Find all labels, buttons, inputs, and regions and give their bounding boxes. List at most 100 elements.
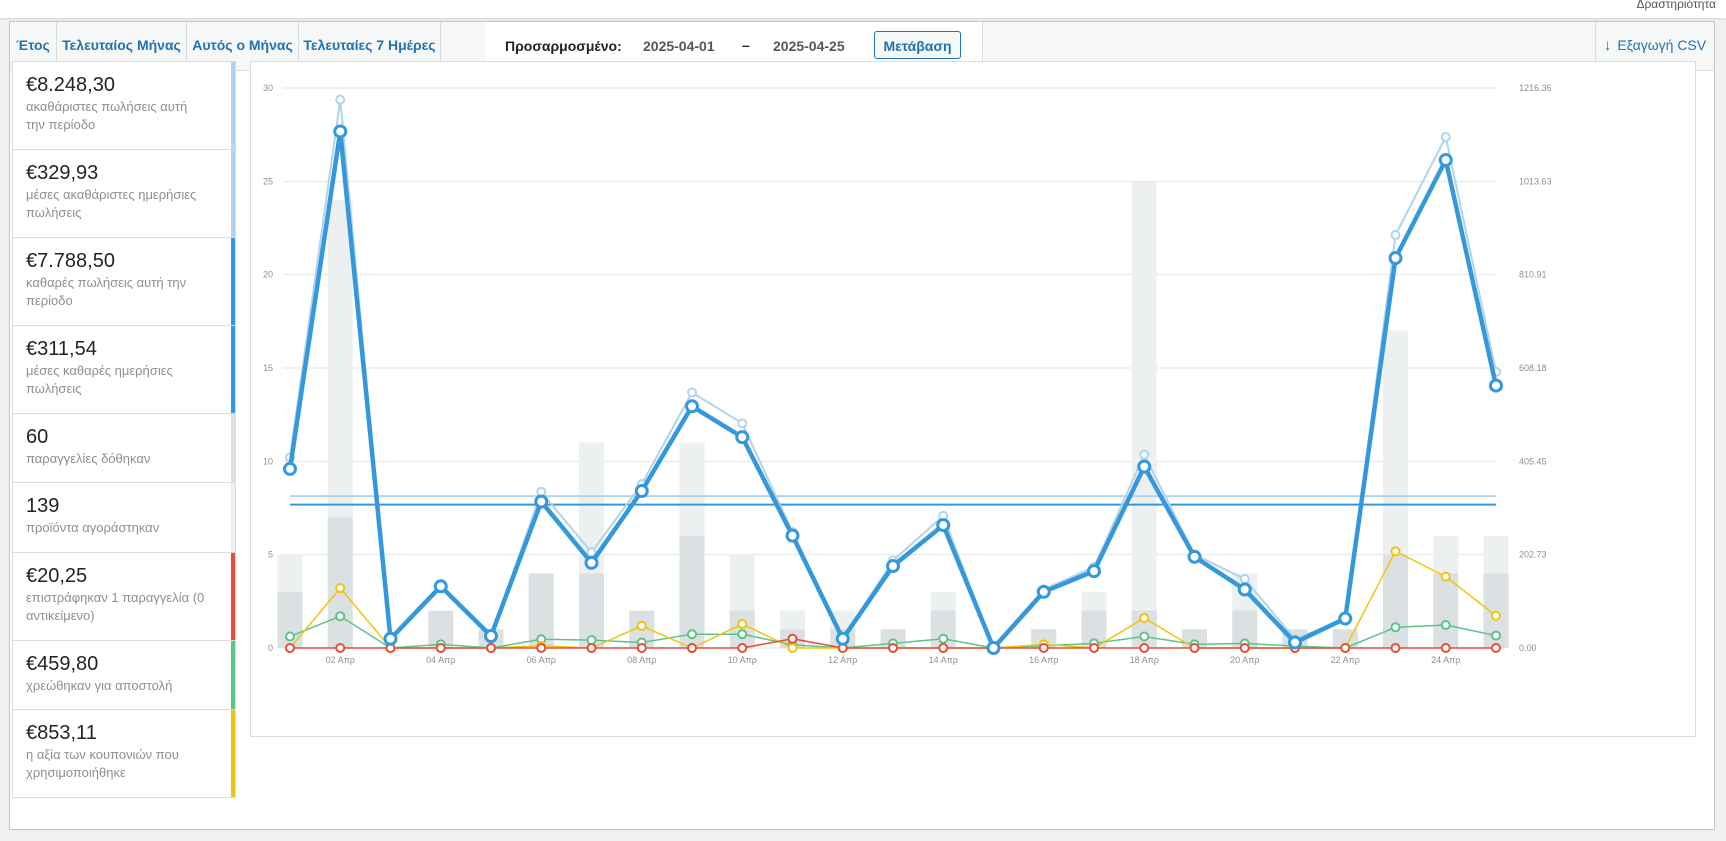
x-tick-label: 12 Απρ <box>828 655 857 665</box>
legend-color-bar <box>231 414 235 482</box>
net-point <box>584 555 599 570</box>
net-point <box>1087 564 1101 579</box>
download-arrow-icon: ↓ <box>1603 37 1612 54</box>
x-tick-label: 04 Απρ <box>426 655 455 665</box>
legend-item-avg-net-sales[interactable]: €311,54 μέσες καθαρές ημερήσιες πωλήσεις <box>13 326 235 414</box>
x-tick-label: 10 Απρ <box>728 655 757 665</box>
legend-amount: €20,25 <box>26 565 88 587</box>
refunds-point <box>536 643 547 653</box>
net-point <box>1288 635 1302 650</box>
legend-description: μέσες ακαθάριστες ημερήσιες πωλήσεις <box>26 187 197 220</box>
net-point <box>1438 152 1453 167</box>
net-point <box>835 631 850 646</box>
net-point <box>433 579 448 594</box>
x-tick-label: 16 Απρ <box>1029 655 1058 665</box>
legend-amount: €329,93 <box>26 162 99 184</box>
y-right-tick-label: 0.00 <box>1519 643 1537 653</box>
orders-bar <box>327 517 353 648</box>
legend-amount: €311,54 <box>26 338 97 360</box>
legend-item-orders-placed[interactable]: 60 παραγγελίες δόθηκαν <box>13 414 235 483</box>
refunds-point <box>586 643 597 653</box>
legend-color-bar <box>231 710 235 797</box>
x-tick-label: 20 Απρ <box>1230 655 1259 665</box>
net-point <box>283 461 297 476</box>
refunds-point <box>687 643 697 653</box>
legend-amount: €8.248,30 <box>26 74 115 96</box>
chart-legend: €8.248,30 ακαθάριστες πωλήσεις αυτή την … <box>12 61 236 798</box>
coupons-point <box>737 619 748 630</box>
refunds-point <box>1089 643 1099 653</box>
export-csv-label: Εξαγωγή CSV <box>1617 37 1707 53</box>
refunds-point <box>1390 643 1401 653</box>
gross-point <box>737 418 748 429</box>
legend-color-bar <box>231 150 235 237</box>
legend-item-items-purchased[interactable]: 139 προϊόντα αγοράστηκαν <box>13 483 235 553</box>
sales-chart: 0 5 10 15 20 25 30 0.00 202.73 405.45 608.18 810.91… <box>263 83 1552 665</box>
x-tick-label: 22 Απρ <box>1331 655 1360 665</box>
y-left-tick-label: 5 <box>268 550 273 560</box>
y-right-tick-label: 608.18 <box>1519 363 1547 373</box>
net-point <box>1489 378 1503 393</box>
legend-color-bar <box>231 553 235 640</box>
refunds-point <box>486 643 496 653</box>
orders-bar <box>1433 573 1459 648</box>
x-tick-label: 06 Απρ <box>527 655 556 665</box>
legend-amount: 60 <box>26 426 49 448</box>
gross-point <box>1139 449 1150 460</box>
shipping-point <box>285 631 295 642</box>
refunds-point <box>1440 643 1451 653</box>
x-tick-label: 24 Απρ <box>1431 655 1460 665</box>
legend-amount: €853,11 <box>26 722 97 744</box>
legend-color-bar <box>231 62 235 149</box>
gross-point <box>1440 131 1451 142</box>
shipping-point <box>1390 622 1401 633</box>
legend-item-coupons[interactable]: €853,11 η αξία των κουπονιών που χρησιμο… <box>13 710 235 797</box>
refunds-point <box>335 643 346 653</box>
legend-color-bar <box>231 238 235 325</box>
shipping-point <box>335 611 346 622</box>
refunds-point <box>1139 643 1150 653</box>
legend-item-refunds[interactable]: €20,25 επιστράφηκαν 1 παραγγελία (0 αντι… <box>13 553 235 641</box>
legend-color-bar <box>231 641 235 709</box>
go-button[interactable]: Μετάβαση <box>874 31 961 59</box>
coupons-point <box>787 643 798 653</box>
net-point <box>484 629 498 644</box>
legend-item-avg-gross-sales[interactable]: €329,93 μέσες ακαθάριστες ημερήσιες πωλή… <box>13 150 235 238</box>
net-point <box>1338 611 1353 626</box>
refunds-point <box>787 633 798 644</box>
legend-item-shipping[interactable]: €459,80 χρεώθηκαν για αποστολή <box>13 641 235 710</box>
legend-item-gross-sales[interactable]: €8.248,30 ακαθάριστες πωλήσεις αυτή την … <box>13 62 235 150</box>
legend-color-bar <box>231 326 235 413</box>
admin-top-bar: Δραστηριότητα <box>0 0 1726 18</box>
net-point <box>333 124 348 139</box>
net-point <box>534 494 549 509</box>
y-left-tick-label: 20 <box>263 270 273 280</box>
custom-range-label: Προσαρμοσμένο: <box>505 38 622 54</box>
net-point <box>785 528 800 543</box>
legend-description: επιστράφηκαν 1 παραγγελία (0 αντικείμενο… <box>26 590 205 623</box>
x-tick-label: 14 Απρ <box>929 655 958 665</box>
legend-description: προϊόντα αγοράστηκαν <box>26 520 160 535</box>
coupons-point <box>1440 571 1451 582</box>
date-from-input[interactable]: 2025-04-01 <box>643 38 715 54</box>
gross-point <box>335 94 346 105</box>
legend-item-net-sales[interactable]: €7.788,50 καθαρές πωλήσεις αυτή την περί… <box>13 238 235 326</box>
coupons-point <box>1491 610 1501 621</box>
legend-description: η αξία των κουπονιών που χρησιμοποιήθηκε <box>26 747 179 780</box>
legend-description: καθαρές πωλήσεις αυτή την περίοδο <box>26 275 187 308</box>
activity-link[interactable]: Δραστηριότητα <box>1636 0 1716 11</box>
net-point <box>735 430 750 445</box>
date-to-input[interactable]: 2025-04-25 <box>773 38 845 54</box>
net-point <box>1187 549 1202 564</box>
items-bar <box>1131 181 1157 648</box>
legend-amount: 139 <box>26 495 60 517</box>
y-left-tick-label: 25 <box>263 176 273 186</box>
legend-amount: €459,80 <box>26 653 99 675</box>
coupons-point <box>1390 546 1401 557</box>
legend-description: παραγγελίες δόθηκαν <box>26 451 151 466</box>
legend-description: μέσες καθαρές ημερήσιες πωλήσεις <box>26 363 173 396</box>
coupons-point <box>636 620 647 631</box>
shipping-point <box>687 629 697 640</box>
refunds-point <box>938 643 949 653</box>
y-right-tick-label: 1013.63 <box>1519 176 1552 186</box>
